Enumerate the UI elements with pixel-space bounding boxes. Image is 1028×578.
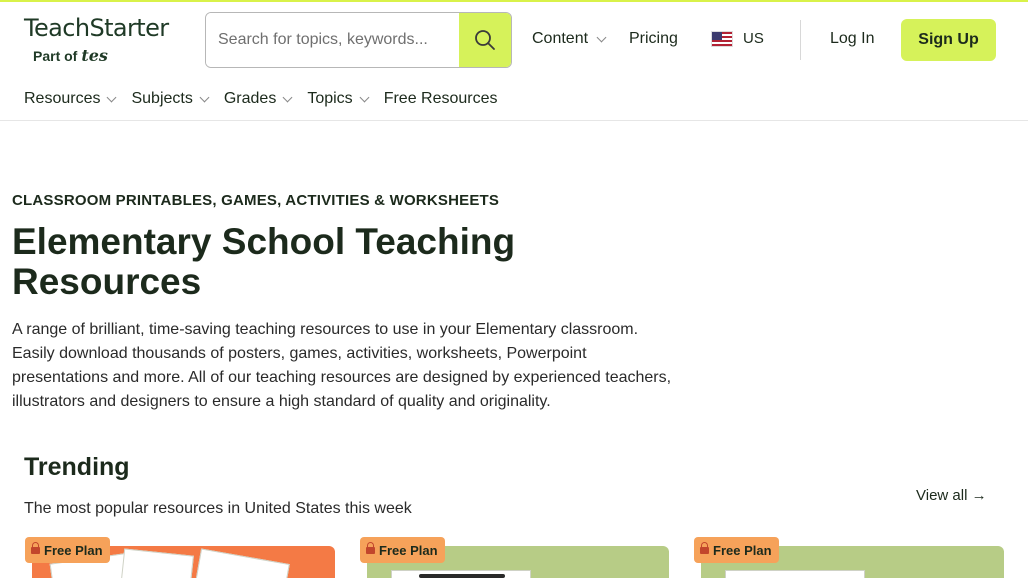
chevron-down-icon [359, 92, 370, 102]
top-accent-line [0, 0, 1028, 2]
teachstarter-logo[interactable]: TeachStarter Part of tes [24, 14, 194, 66]
region-label: US [743, 30, 764, 47]
card-thumbnail [120, 548, 194, 578]
free-plan-badge: Free Plan [25, 537, 110, 563]
subnav-item-label: Subjects [131, 90, 193, 107]
card-thumbnail-bar [419, 574, 505, 578]
view-all-link[interactable]: View all → [916, 487, 987, 504]
chevron-down-icon [199, 92, 210, 102]
search-input[interactable] [206, 13, 459, 67]
subnav-item-subjects[interactable]: Subjects [131, 90, 210, 108]
header-divider [800, 20, 801, 60]
subnav-item-grades[interactable]: Grades [223, 90, 293, 108]
lock-icon [366, 541, 375, 555]
subnav: Resources Subjects Grades Topics Free Re… [24, 90, 498, 108]
content-menu-label: Content [532, 30, 589, 47]
subnav-item-resources[interactable]: Resources [24, 90, 117, 108]
search-bar [205, 12, 512, 68]
badge-label: Free Plan [713, 542, 772, 558]
free-plan-badge: Free Plan [360, 537, 445, 563]
pricing-link-label: Pricing [629, 30, 678, 47]
us-flag-icon [711, 30, 733, 47]
chevron-down-icon [107, 92, 117, 102]
login-link[interactable]: Log In [830, 30, 874, 48]
content-menu[interactable]: Content [532, 30, 607, 48]
logo-part-of-text: Part of [33, 48, 78, 64]
subnav-item-free-resources[interactable]: Free Resources [384, 90, 498, 108]
hero-description: A range of brilliant, time-saving teachi… [12, 321, 672, 410]
free-plan-badge: Free Plan [694, 537, 779, 563]
lock-icon [31, 541, 40, 555]
subnav-item-label: Resources [24, 90, 101, 107]
card-thumbnail [194, 548, 290, 578]
logo-tes: tes [81, 46, 108, 65]
subnav-item-label: Grades [223, 90, 277, 107]
logo-wordmark: TeachStarter [24, 14, 169, 42]
page-title: Elementary School Teaching Resources [12, 221, 516, 302]
signup-button[interactable]: Sign Up [901, 19, 996, 61]
pricing-link[interactable]: Pricing [629, 30, 678, 48]
badge-label: Free Plan [44, 542, 103, 558]
lock-icon [700, 541, 709, 555]
subnav-item-label: Free Resources [383, 90, 498, 107]
search-button[interactable] [459, 13, 511, 67]
region-selector[interactable]: US [711, 30, 764, 47]
logo-part-of: Part of tes [33, 46, 108, 65]
subnav-item-topics[interactable]: Topics [307, 90, 370, 108]
search-icon [475, 30, 495, 50]
badge-label: Free Plan [379, 542, 438, 558]
chevron-down-icon [596, 32, 607, 42]
trending-title: Trending [24, 453, 130, 481]
chevron-down-icon [282, 92, 293, 102]
subnav-item-label: Topics [307, 90, 353, 107]
trending-subtitle: The most popular resources in United Sta… [24, 500, 412, 517]
header-border [0, 120, 1028, 121]
card-thumbnail [725, 570, 865, 578]
hero-kicker: CLASSROOM PRINTABLES, GAMES, ACTIVITIES … [12, 192, 500, 209]
